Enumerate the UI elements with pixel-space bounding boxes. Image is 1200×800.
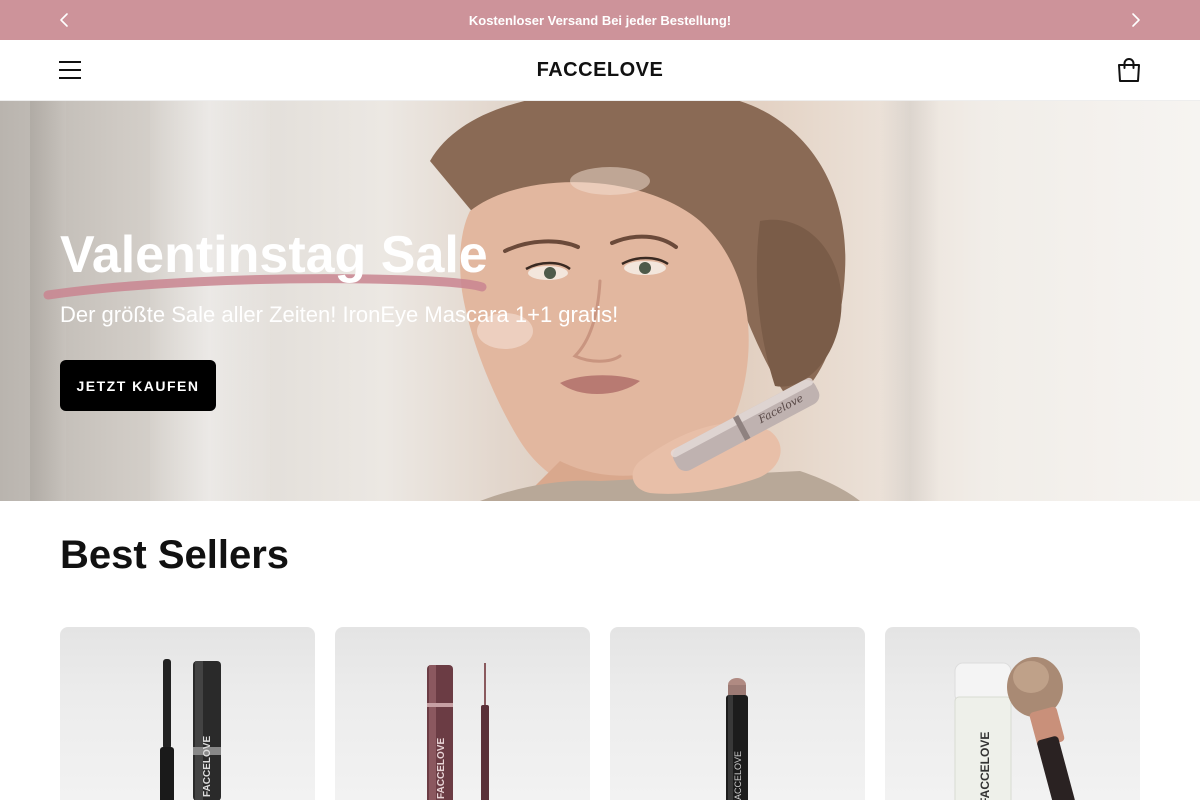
cart-button[interactable] xyxy=(1116,57,1142,83)
hero-banner: Facelove Valentinstag Sale Der größte Sa… xyxy=(0,101,1200,501)
eyeshadow-stick-product-image: FACCELOVE xyxy=(726,678,748,800)
chevron-left-icon xyxy=(60,13,68,27)
shopping-bag-icon xyxy=(1118,58,1140,82)
hero-title: Valentinstag Sale xyxy=(60,226,488,284)
primer-brush-product-image: FACCELOVE xyxy=(954,657,1075,800)
product-card-eyeshadow-stick[interactable]: FACCELOVE xyxy=(610,627,865,800)
product-card-mascara[interactable]: FACCELOVE xyxy=(60,627,315,800)
product-brand-label: FACCELOVE xyxy=(202,736,213,797)
announcement-next-button[interactable] xyxy=(1126,10,1146,30)
announcement-bar: Kostenloser Versand Bei jeder Bestellung… xyxy=(0,0,1200,40)
mascara-product-image: FACCELOVE xyxy=(160,659,221,800)
product-card-eyeliner[interactable]: FACCELOVE xyxy=(335,627,590,800)
hero-subtitle: Der größte Sale aller Zeiten! IronEye Ma… xyxy=(60,302,619,327)
product-grid: FACCELOVE FACCELOVE FACCELOVE FACCELOVE xyxy=(60,627,1140,800)
chevron-right-icon xyxy=(1132,13,1140,27)
product-card-primer-brush[interactable]: FACCELOVE xyxy=(885,627,1140,800)
shop-now-button[interactable]: JETZT KAUFEN xyxy=(60,360,216,411)
eyeliner-product-image: FACCELOVE xyxy=(427,663,489,800)
product-brand-label: FACCELOVE xyxy=(436,738,447,799)
best-sellers-title: Best Sellers xyxy=(60,533,290,577)
announcement-prev-button[interactable] xyxy=(54,10,74,30)
site-logo[interactable]: FACCELOVE xyxy=(0,59,1200,82)
product-brand-label: FACCELOVE xyxy=(978,732,992,800)
announcement-text: Kostenloser Versand Bei jeder Bestellung… xyxy=(468,12,732,28)
product-brand-label: FACCELOVE xyxy=(733,751,743,800)
site-header: FACCELOVE xyxy=(0,40,1200,101)
